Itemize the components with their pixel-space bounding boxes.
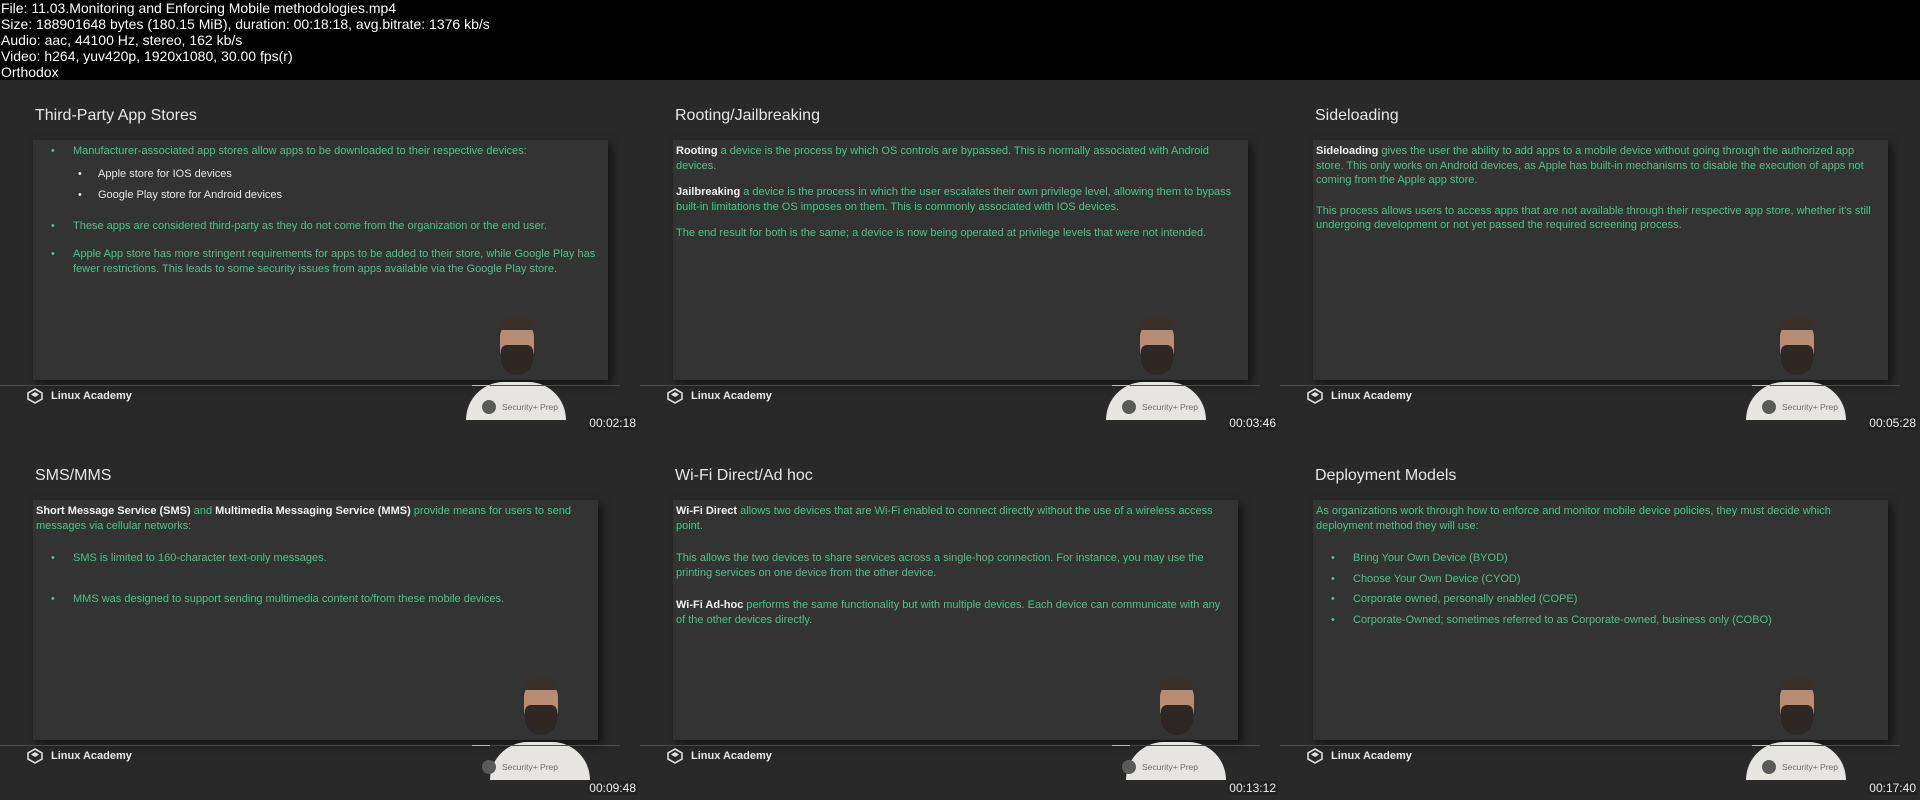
bullet: Apple App store has more stringent requi… <box>36 247 598 276</box>
term: Wi-Fi Ad-hoc <box>676 599 744 611</box>
brand-name: Linux Academy <box>1331 390 1412 402</box>
timestamp: 00:02:18 <box>588 416 637 430</box>
linux-academy-logo-icon <box>1307 748 1323 764</box>
bullet: MMS was designed to support sending mult… <box>36 592 588 607</box>
paragraph: The end result for both is the same; a d… <box>676 227 1207 239</box>
paragraph: As organizations work through how to enf… <box>1316 505 1831 532</box>
author: Orthodox <box>1 64 59 80</box>
slide-title: SMS/MMS <box>35 467 112 484</box>
progress-bar <box>640 385 1260 386</box>
prep-icon <box>1762 400 1776 414</box>
linux-academy-logo-icon <box>1307 388 1323 404</box>
thumbnail-tile[interactable]: Sideloading Sideloading gives the user t… <box>1280 80 1920 440</box>
file-name: File: 11.03.Monitoring and Enforcing Mob… <box>1 0 397 16</box>
thumbnail-tile[interactable]: Rooting/Jailbreaking Rooting a device is… <box>640 80 1280 440</box>
progress-bar <box>1280 385 1900 386</box>
prep-text: Security+ Prep <box>1142 402 1198 412</box>
prep-text: Security+ Prep <box>1782 402 1838 412</box>
prep-icon <box>1122 400 1136 414</box>
timestamp: 00:13:12 <box>1228 781 1277 795</box>
video-info: Video: h264, yuv420p, 1920x1080, 30.00 f… <box>1 48 293 64</box>
file-size: Size: 188901648 bytes (180.15 MiB), dura… <box>1 16 490 32</box>
bullet: Bring Your Own Device (BYOD) <box>1316 551 1878 566</box>
paragraph: performs the same functionality but with… <box>676 599 1221 626</box>
brand: Linux Academy <box>667 388 772 404</box>
prep-text: Security+ Prep <box>1782 762 1838 772</box>
thumbnail-tile[interactable]: Third-Party App Stores Manufacturer-asso… <box>0 80 640 440</box>
linux-academy-logo-icon <box>667 748 683 764</box>
prep-icon <box>482 400 496 414</box>
progress-bar <box>1280 745 1900 746</box>
term: Short Message Service (SMS) <box>36 505 191 517</box>
brand: Linux Academy <box>1307 748 1412 764</box>
slide-title: Deployment Models <box>1315 467 1457 484</box>
bullet: These apps are considered third-party as… <box>36 219 598 234</box>
slide-title: Rooting/Jailbreaking <box>675 107 820 124</box>
term: Rooting <box>676 145 718 157</box>
linux-academy-logo-icon <box>667 388 683 404</box>
paragraph: This allows the two devices to share ser… <box>676 552 1204 579</box>
timestamp: 00:17:40 <box>1868 781 1917 795</box>
sub-bullet: Google Play store for Android devices <box>36 188 598 203</box>
prep-label: Security+ Prep <box>1762 760 1838 774</box>
brand-name: Linux Academy <box>51 750 132 762</box>
paragraph: a device is the process by which OS cont… <box>676 145 1209 172</box>
paragraph: gives the user the ability to add apps t… <box>1316 145 1864 186</box>
brand-name: Linux Academy <box>691 390 772 402</box>
brand-name: Linux Academy <box>51 390 132 402</box>
term: Sideloading <box>1316 145 1379 157</box>
brand: Linux Academy <box>27 388 132 404</box>
timestamp: 00:03:46 <box>1228 416 1277 430</box>
progress-bar <box>0 385 620 386</box>
prep-label: Security+ Prep <box>1762 400 1838 414</box>
bullet: Corporate owned, personally enabled (COP… <box>1316 592 1878 607</box>
bullet: Choose Your Own Device (CYOD) <box>1316 572 1878 587</box>
prep-icon <box>1762 760 1776 774</box>
brand-name: Linux Academy <box>1331 750 1412 762</box>
paragraph: and <box>190 505 216 517</box>
timestamp: 00:05:28 <box>1868 416 1917 430</box>
progress-bar <box>640 745 1260 746</box>
brand: Linux Academy <box>667 748 772 764</box>
prep-label: Security+ Prep <box>1122 760 1198 774</box>
prep-text: Security+ Prep <box>502 762 558 772</box>
paragraph: a device is the process in which the use… <box>676 186 1232 213</box>
brand-name: Linux Academy <box>691 750 772 762</box>
prep-icon <box>482 760 496 774</box>
sub-bullet: Apple store for IOS devices <box>36 167 598 182</box>
audio-info: Audio: aac, 44100 Hz, stereo, 162 kb/s <box>1 32 243 48</box>
prep-text: Security+ Prep <box>1142 762 1198 772</box>
paragraph: allows two devices that are Wi-Fi enable… <box>676 505 1213 532</box>
thumbnail-tile[interactable]: Deployment Models As organizations work … <box>1280 440 1920 800</box>
slide-title: Sideloading <box>1315 107 1399 124</box>
linux-academy-logo-icon <box>27 388 43 404</box>
linux-academy-logo-icon <box>27 748 43 764</box>
brand: Linux Academy <box>27 748 132 764</box>
bullet: SMS is limited to 160-character text-onl… <box>36 551 588 566</box>
paragraph: This process allows users to access apps… <box>1316 204 1871 232</box>
term: Jailbreaking <box>676 186 741 198</box>
prep-text: Security+ Prep <box>502 402 558 412</box>
prep-label: Security+ Prep <box>1122 400 1198 414</box>
slide-title: Wi-Fi Direct/Ad hoc <box>675 467 813 484</box>
thumbnail-tile[interactable]: SMS/MMS Short Message Service (SMS) and … <box>0 440 640 800</box>
slide-title: Third-Party App Stores <box>35 107 197 124</box>
prep-label: Security+ Prep <box>482 760 558 774</box>
bullet: Manufacturer-associated app stores allow… <box>36 144 598 159</box>
bullet: Corporate-Owned; sometimes referred to a… <box>1316 613 1878 628</box>
thumbnail-tile[interactable]: Wi-Fi Direct/Ad hoc Wi-Fi Direct allows … <box>640 440 1280 800</box>
file-info-header: File: 11.03.Monitoring and Enforcing Mob… <box>0 0 1920 80</box>
progress-bar <box>0 745 620 746</box>
prep-icon <box>1122 760 1136 774</box>
term: Multimedia Messaging Service (MMS) <box>215 505 411 517</box>
prep-label: Security+ Prep <box>482 400 558 414</box>
term: Wi-Fi Direct <box>676 505 738 517</box>
brand: Linux Academy <box>1307 388 1412 404</box>
timestamp: 00:09:48 <box>588 781 637 795</box>
